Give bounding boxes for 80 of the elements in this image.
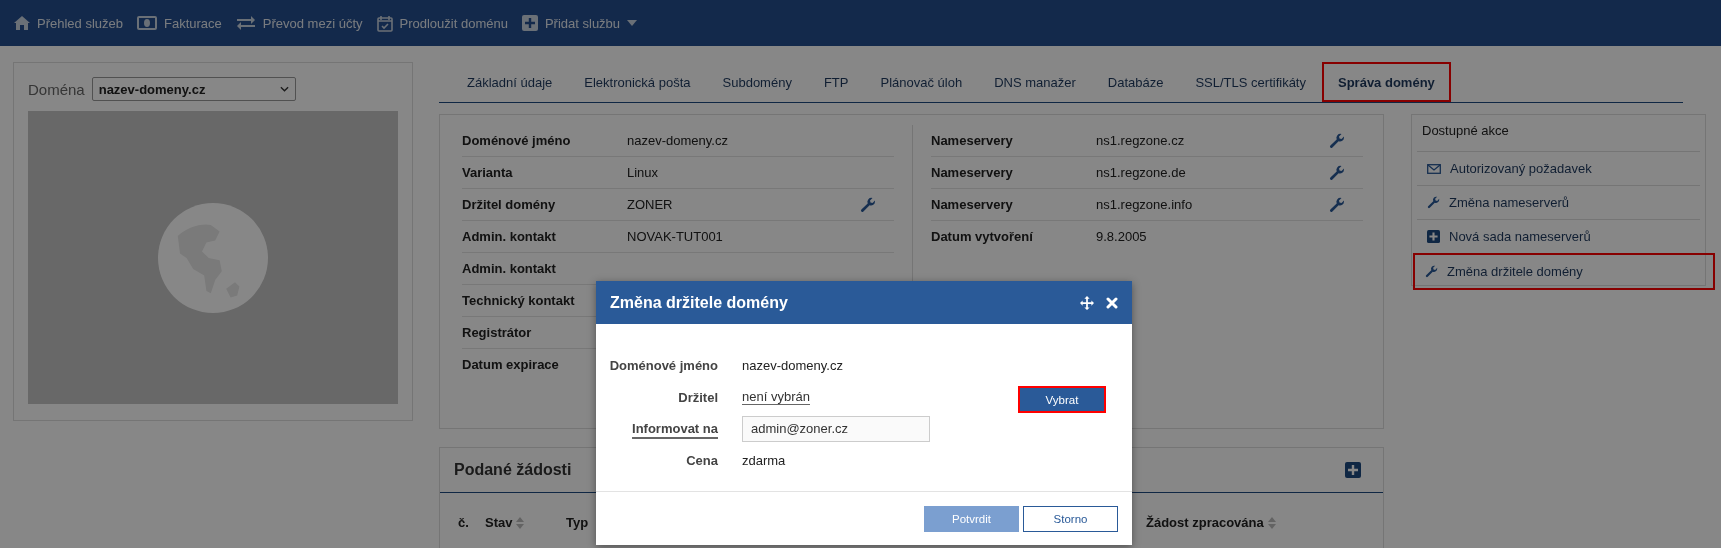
nav-link[interactable]: Fakturace [137, 15, 222, 31]
swap-arrows-icon [235, 16, 256, 30]
globe-icon [158, 202, 268, 313]
field-value: ns1.regzone.de [1096, 165, 1187, 180]
tab[interactable]: SSL/TLS certifikáty [1179, 62, 1322, 102]
email-field[interactable]: admin@zoner.cz [742, 415, 930, 442]
calendar-check-icon [376, 14, 393, 32]
chevron-down-icon [279, 86, 289, 92]
field-value: 9.8.2005 [1096, 229, 1148, 244]
field-label: Varianta [462, 165, 514, 180]
caret-icon [627, 20, 638, 26]
field-value: zdarma [742, 452, 786, 468]
nav-link[interactable]: Prodloužit doménu [376, 14, 508, 32]
field-value: nazev-domeny.cz [627, 133, 729, 148]
tab[interactable]: FTP [807, 62, 865, 102]
field-label: Držitel domény [462, 197, 557, 212]
select-button[interactable]: Vybrat [1018, 386, 1106, 413]
wrench-icon[interactable] [1329, 132, 1345, 149]
action-link[interactable]: Změna držitele domény [1413, 253, 1715, 290]
field-value: Linux [627, 165, 660, 180]
field-label: Doménové jméno [462, 133, 572, 148]
banknote-icon [137, 16, 157, 30]
field-label: Nameservery [931, 165, 1014, 180]
tab[interactable]: Plánovač úloh [864, 62, 979, 102]
column-header[interactable]: Stav [485, 515, 566, 530]
dialog-title: Změna držitele domény [610, 293, 789, 312]
nav-label: Prodloužit doménu [399, 15, 508, 31]
action-link[interactable]: Nová sada nameserverů [1417, 219, 1700, 253]
field-value: nazev-domeny.cz [742, 358, 843, 374]
nav-link[interactable]: Přehled služeb [14, 15, 123, 31]
move-icon[interactable] [1080, 295, 1094, 310]
domain-select[interactable]: nazev-domeny.cz [91, 77, 296, 101]
nav-label: Fakturace [164, 15, 222, 31]
nav-label: Přidat službu [544, 15, 621, 31]
nav-link[interactable]: Převod mezi účty [235, 15, 363, 31]
column-header[interactable]: č. [458, 515, 485, 530]
column-header[interactable]: Žádost zpracována [1146, 515, 1276, 530]
tab[interactable]: Základní údaje [451, 62, 569, 102]
tab[interactable]: Subdomény [706, 62, 808, 102]
action-link[interactable]: Změna nameserverů [1417, 185, 1700, 219]
field-label: Nameservery [931, 197, 1014, 212]
wrench-icon [1425, 265, 1438, 278]
add-icon [1427, 230, 1440, 243]
tab[interactable]: Elektronická pošta [568, 62, 707, 102]
sort-icon [1267, 516, 1276, 529]
holder-link[interactable]: není vybrán [742, 389, 810, 406]
field-label: Admin. kontakt [462, 261, 557, 276]
field-label: Datum vytvoření [931, 229, 1034, 244]
nav-label: Přehled služeb [37, 15, 123, 31]
panel-title: Podané žádosti [454, 461, 572, 479]
field-value: NOVAK-TUT001 [627, 229, 724, 244]
envelope-icon [1427, 163, 1441, 174]
close-icon[interactable] [1106, 296, 1118, 309]
sort-icon [516, 516, 525, 529]
field-value: ns1.regzone.cz [1096, 133, 1186, 148]
nav-link[interactable]: Přidat službu [521, 15, 638, 31]
wrench-icon [1427, 196, 1440, 209]
nav-label: Převod mezi účty [262, 15, 363, 31]
tab[interactable]: Správa domény [1322, 62, 1451, 102]
field-value: ZONER [627, 197, 674, 212]
home-icon [14, 16, 30, 30]
tab[interactable]: DNS manažer [978, 62, 1092, 102]
field-value: ns1.regzone.info [1096, 197, 1194, 212]
field-label: Držitel [677, 389, 718, 405]
action-link[interactable]: Autorizovaný požadavek [1417, 151, 1700, 185]
wrench-icon[interactable] [860, 196, 876, 213]
wrench-icon[interactable] [1329, 196, 1345, 213]
field-label: Registrátor [462, 325, 533, 340]
wrench-icon[interactable] [1329, 164, 1345, 181]
panel-title: Dostupné akce [1421, 122, 1510, 140]
tab[interactable]: Databáze [1091, 62, 1180, 102]
cancel-button[interactable]: Storno [1023, 505, 1118, 532]
plus-icon [521, 15, 538, 31]
add-icon[interactable] [1345, 462, 1361, 478]
field-label: Nameservery [931, 133, 1014, 148]
field-label: Admin. kontakt [462, 229, 557, 244]
domain-label: Doména [28, 80, 85, 98]
field-label: Informovat na [631, 421, 718, 437]
field-label: Cena [685, 452, 718, 468]
field-label: Doménové jméno [608, 358, 718, 374]
